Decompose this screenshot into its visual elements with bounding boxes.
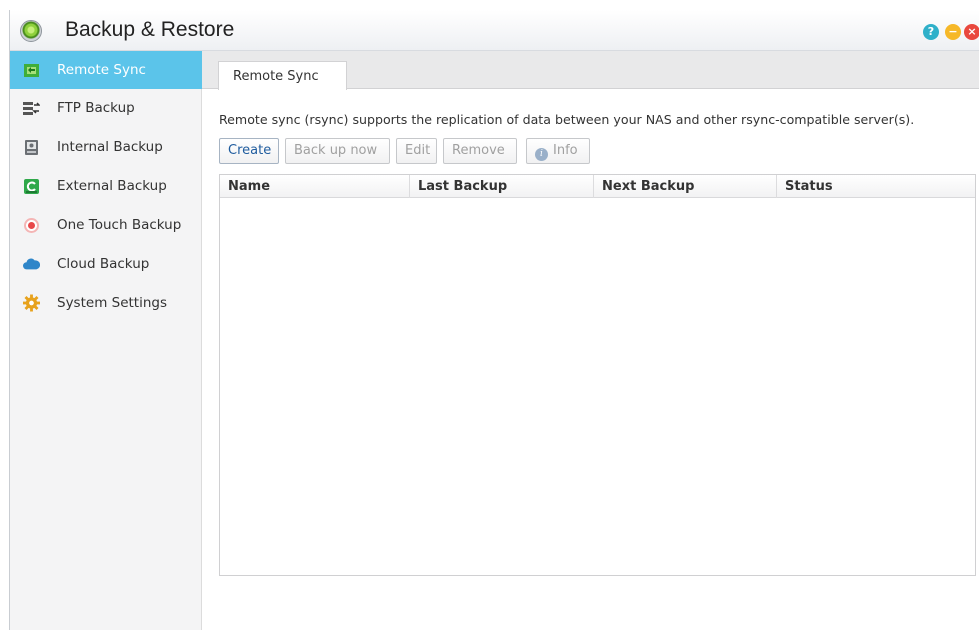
- sidebar-item-external-backup[interactable]: External Backup: [10, 167, 202, 205]
- tab-bar: Remote Sync: [202, 51, 979, 90]
- backup-restore-window: Backup & Restore ? − × Remote Sync FTP B…: [9, 10, 979, 630]
- remote-sync-table: Name Last Backup Next Backup Status: [219, 174, 976, 576]
- gear-icon: [23, 294, 40, 312]
- internal-backup-icon: [23, 139, 40, 156]
- title-bar: Backup & Restore ? − ×: [10, 10, 979, 51]
- window-title: Backup & Restore: [65, 18, 235, 41]
- ftp-backup-icon: [23, 100, 40, 117]
- sidebar-item-label: Remote Sync: [57, 62, 146, 78]
- sidebar-item-internal-backup[interactable]: Internal Backup: [10, 128, 202, 166]
- column-header-last-backup[interactable]: Last Backup: [410, 175, 594, 198]
- one-touch-backup-icon: [23, 217, 40, 234]
- backup-now-button[interactable]: Back up now: [285, 138, 390, 164]
- external-backup-icon: [23, 178, 40, 195]
- table-header: Name Last Backup Next Backup Status: [220, 175, 975, 198]
- app-logo-icon: [20, 20, 42, 42]
- sidebar-item-label: One Touch Backup: [57, 217, 182, 233]
- sidebar-item-system-settings[interactable]: System Settings: [10, 284, 202, 322]
- sidebar-item-label: FTP Backup: [57, 100, 135, 116]
- close-button[interactable]: ×: [964, 24, 979, 40]
- minimize-button[interactable]: −: [945, 24, 961, 40]
- sidebar-item-cloud-backup[interactable]: Cloud Backup: [10, 245, 202, 283]
- sidebar-item-label: System Settings: [57, 295, 168, 311]
- sidebar-item-one-touch-backup[interactable]: One Touch Backup: [10, 206, 202, 244]
- info-icon: i: [535, 148, 548, 161]
- remote-sync-icon: [23, 62, 40, 79]
- sidebar-item-label: Cloud Backup: [57, 256, 150, 272]
- sidebar: Remote Sync FTP Backup Internal Backup E…: [10, 51, 202, 630]
- page-description: Remote sync (rsync) supports the replica…: [219, 112, 915, 127]
- sidebar-item-ftp-backup[interactable]: FTP Backup: [10, 89, 202, 127]
- tab-remote-sync[interactable]: Remote Sync: [218, 61, 347, 90]
- column-header-status[interactable]: Status: [777, 175, 975, 198]
- edit-button[interactable]: Edit: [396, 138, 437, 164]
- main-content: Remote Sync Remote sync (rsync) supports…: [202, 51, 979, 630]
- remove-button[interactable]: Remove: [443, 138, 517, 164]
- create-button[interactable]: Create: [219, 138, 279, 164]
- cloud-icon: [23, 256, 40, 273]
- sidebar-item-remote-sync[interactable]: Remote Sync: [10, 51, 202, 89]
- column-header-next-backup[interactable]: Next Backup: [594, 175, 777, 198]
- sidebar-item-label: Internal Backup: [57, 139, 163, 155]
- help-button[interactable]: ?: [923, 24, 939, 40]
- info-button[interactable]: i Info: [526, 138, 590, 164]
- sidebar-item-label: External Backup: [57, 178, 167, 194]
- info-button-label: Info: [553, 143, 578, 158]
- column-header-name[interactable]: Name: [220, 175, 410, 198]
